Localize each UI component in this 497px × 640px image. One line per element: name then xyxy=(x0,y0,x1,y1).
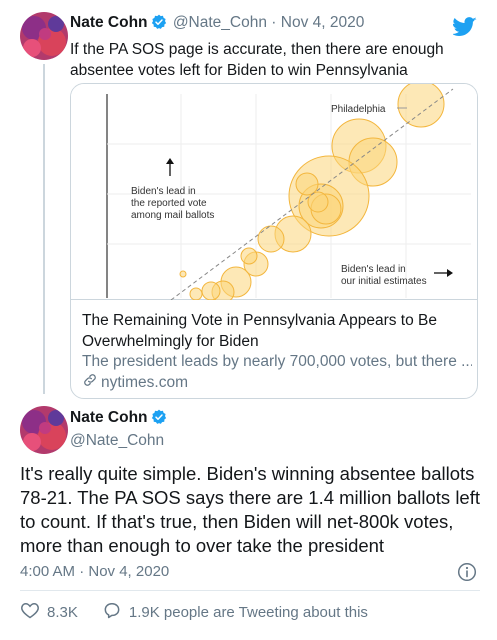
verified-badge-icon xyxy=(151,409,167,430)
author-name[interactable]: Nate Cohn xyxy=(70,14,148,31)
card-domain[interactable]: nytimes.com xyxy=(82,372,188,393)
heart-icon xyxy=(20,600,40,624)
tweet-date[interactable]: Nov 4, 2020 xyxy=(281,14,365,31)
chart-label-y-2: the reported vote xyxy=(131,198,207,209)
link-card[interactable]: Philadelphia Biden's lead in the reporte… xyxy=(70,83,478,399)
card-description: The president leads by nearly 700,000 vo… xyxy=(82,353,472,370)
author-handle[interactable]: @Nate_Cohn xyxy=(173,14,267,31)
avatar[interactable] xyxy=(20,406,68,454)
chart-label-philadelphia: Philadelphia xyxy=(331,104,386,115)
verified-badge-icon xyxy=(151,14,167,35)
author-name[interactable]: Nate Cohn xyxy=(70,409,148,426)
conversation-label: 1.9K people are Tweeting about this xyxy=(128,603,368,621)
reply-bubble-icon xyxy=(102,600,122,624)
like-button[interactable]: 8.3K xyxy=(20,600,78,624)
tweet-text: If the PA SOS page is accurate, then the… xyxy=(70,41,444,79)
tweet-text: It's really quite simple. Biden's winnin… xyxy=(20,463,480,556)
separator-dot: · xyxy=(271,14,277,31)
chart-label-y-1: Biden's lead in xyxy=(131,186,196,197)
thread-line xyxy=(43,64,45,394)
twitter-bird-icon[interactable] xyxy=(451,16,477,38)
author-handle[interactable]: @Nate_Cohn xyxy=(70,432,164,450)
conversation-link[interactable]: 1.9K people are Tweeting about this xyxy=(102,600,368,624)
tweet-header: Nate Cohn xyxy=(70,409,169,430)
divider xyxy=(20,590,480,591)
chart-label-x-2: our initial estimates xyxy=(341,276,427,287)
card-title[interactable]: The Remaining Vote in Pennsylvania Appea… xyxy=(82,310,472,352)
card-domain-label: nytimes.com xyxy=(101,373,188,391)
tweet-header: Nate Cohn @Nate_Cohn · Nov 4, 2020 xyxy=(70,14,364,35)
card-image: Philadelphia Biden's lead in the reporte… xyxy=(71,84,477,304)
info-icon[interactable] xyxy=(457,562,477,582)
chart-label-x-1: Biden's lead in xyxy=(341,264,406,275)
chart-label-y-3: among mail ballots xyxy=(131,210,214,221)
avatar[interactable] xyxy=(20,12,68,60)
tweet-timestamp[interactable]: 4:00 AM · Nov 4, 2020 xyxy=(20,563,169,580)
link-icon xyxy=(82,372,98,393)
tweet-actions: 8.3K 1.9K people are Tweeting about this xyxy=(20,600,392,624)
like-count: 8.3K xyxy=(47,603,78,621)
